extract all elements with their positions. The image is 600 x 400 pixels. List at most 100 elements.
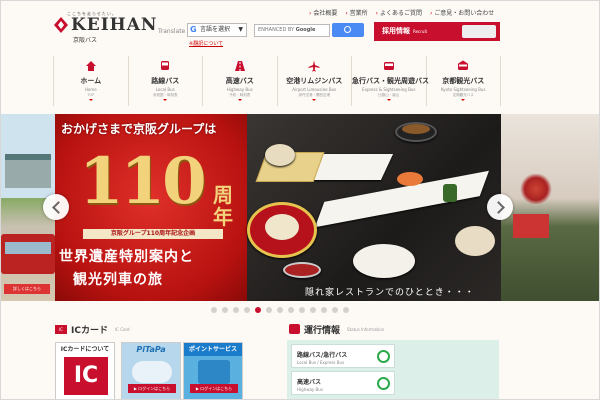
status-row-en: Highway Bus [297,387,323,392]
google-g-icon: G [190,25,197,34]
slider-dot[interactable] [288,307,294,313]
page: ここちを走らせたい。 KEIHAN 京阪バス 会社概要 営業所 よくあるご質問 … [0,0,600,400]
nav-home-en: Home [84,87,97,92]
slider-dot[interactable] [244,307,250,313]
nav-express-sightseeing[interactable]: 急行バス・観光周遊バス Express & Sightseeing Bus 比叡… [352,56,429,106]
nav-kyoto-sightseeing-small: 定期観光バス [452,93,474,97]
highway-icon [234,61,245,71]
ic-card-title: ICカード [71,325,108,336]
nav-airport-limousine-en: Airport Limousine Bus [292,87,337,92]
logo-sub: 京阪バス [73,37,98,44]
status-row-en: Local Bus / Express Bus [297,360,345,365]
nav-airport-limousine-label: 空港リムジンバス [286,77,343,85]
top-link-faq[interactable]: よくあるご質問 [376,8,422,17]
plate-image [310,154,394,180]
top-link-company[interactable]: 会社概要 [309,8,337,17]
slider-next-button[interactable] [487,194,513,220]
nav-kyoto-sightseeing-en: Kyoto Sightseeing Bus [440,87,486,92]
status-en: Status Information [347,326,385,332]
garnish-image [443,184,457,202]
slider-prev-button[interactable] [43,194,69,220]
chevron-down-icon: ▼ [238,26,243,33]
slider-dot[interactable] [255,307,261,313]
slider-dot[interactable] [222,307,228,313]
recruit-bus-image [462,25,496,38]
slide-main-line1: 世界遺産特別案内と [59,249,194,265]
top-link-offices[interactable]: 営業所 [345,8,368,17]
red-bus-image [1,234,55,274]
point-service-title: ポイントサービス [184,343,242,356]
pitapa-card[interactable]: PiTaPa ▶ ログインはこちら [121,342,181,399]
nav-local-bus-small: 系統図・時刻表 [153,93,178,97]
global-nav: ホーム Home TOP 路線バス Local Bus 系統図・時刻表 高速バス… [53,56,501,106]
logo-name: KEIHAN [71,15,158,35]
slider-pagination [211,307,349,313]
status-title: 運行情報 [304,325,341,336]
language-select[interactable]: G 言語を選択 ▼ [187,23,247,37]
slider-dot[interactable] [233,307,239,313]
status-row-label: 路線バス/急行バス [297,352,348,359]
slide-next-image[interactable] [501,114,599,301]
slider-dot[interactable] [343,307,349,313]
bus-status-icon [289,324,300,334]
slide-restaurant-caption: 隠れ家レストランでのひととき・・・ [305,288,475,298]
translation-note-link[interactable]: ※翻訳について [189,40,223,47]
ic-card-about-logo: IC [64,357,108,395]
nav-highway-bus[interactable]: 高速バス Highway Bus 予約・時刻表 [203,56,278,106]
ic-card-about-title: ICカードについて [60,346,110,353]
ic-card-en: IC Card [114,326,130,332]
nav-highway-bus-en: Highway Bus [226,87,253,92]
nav-highway-bus-small: 予約・時刻表 [229,93,251,97]
ic-card-about[interactable]: ICカードについて IC [55,342,115,399]
tofu-image [265,214,299,240]
nav-express-sightseeing-small: 比叡山・嵐山 [378,93,400,97]
status-row-local-express[interactable]: 路線バス/急行バス Local Bus / Express Bus [291,344,395,368]
red-flower-image [519,174,553,204]
search-input[interactable]: ENHANCED BY Google [254,24,330,37]
search-placeholder-google: Google [295,27,316,33]
pitapa-login-button[interactable]: ▶ ログインはこちら [128,384,176,393]
kyoto-bus-icon [458,60,469,70]
nav-home[interactable]: ホーム Home TOP [54,56,129,106]
site-header: ここちを走らせたい。 KEIHAN 京阪バス 会社概要 営業所 よくあるご質問 … [1,1,599,53]
status-ok-icon [377,377,390,390]
slide-prev-more-button[interactable]: 詳しくはこちら [4,284,50,294]
slide-restaurant[interactable]: 隠れ家レストランでのひととき・・・ [247,114,501,301]
nav-local-bus-label: 路線バス [151,77,180,85]
slide-main-number: 110 [79,144,207,219]
slider-dot[interactable] [299,307,305,313]
slider-dot[interactable] [310,307,316,313]
nav-express-sightseeing-en: Express & Sightseeing Bus [362,87,416,92]
slider-dot[interactable] [266,307,272,313]
nav-home-label: ホーム [80,77,102,85]
ic-card-icon: IC [55,324,67,334]
language-select-value: 言語を選択 [200,26,231,33]
slider-dot[interactable] [321,307,327,313]
slider-dot[interactable] [277,307,283,313]
pitapa-illustration [132,361,172,383]
bus-icon [161,61,170,70]
soup-image [402,124,430,134]
slider-dot[interactable] [211,307,217,313]
search-button[interactable] [332,23,364,37]
nav-highway-bus-label: 高速バス [225,77,254,85]
slide-110th-anniversary[interactable]: おかげさまで京阪グループは 110 周年 京阪グループ110周年記念企画 世界遺… [55,114,247,301]
nav-local-bus[interactable]: 路線バス Local Bus 系統図・時刻表 [129,56,203,106]
recruit-button[interactable]: 採用情報 Recruit [374,22,500,41]
top-link-contact[interactable]: ご意見・お問い合わせ [430,8,494,17]
recruit-sub: Recruit [413,29,428,34]
nav-kyoto-sightseeing-label: 京都観光バス [442,77,485,85]
status-row-highway[interactable]: 高速バス Highway Bus [291,371,395,395]
small-dish-image [283,262,321,278]
nav-express-sightseeing-label: 急行バス・観光周遊バス [352,77,429,85]
hero-slider[interactable]: 詳しくはこちら おかげさまで京阪グループは 110 周年 京阪グループ110周年… [1,114,599,301]
nav-airport-limousine[interactable]: 空港リムジンバス Airport Limousine Bus 伊丹空港・関西空港 [278,56,352,106]
point-service-card[interactable]: ポイントサービス ▶ ログインはこちら [183,342,243,399]
nav-kyoto-sightseeing[interactable]: 京都観光バス Kyoto Sightseeing Bus 定期観光バス [427,56,501,106]
salad-image [455,226,495,256]
slider-dot[interactable] [332,307,338,313]
keihan-logo[interactable]: ここちを走らせたい。 KEIHAN 京阪バス [53,11,173,45]
point-service-login-button[interactable]: ▶ ログインはこちら [190,384,238,393]
slide-main-heading: おかげさまで京阪グループは [61,122,217,136]
express-bus-icon [383,62,394,70]
